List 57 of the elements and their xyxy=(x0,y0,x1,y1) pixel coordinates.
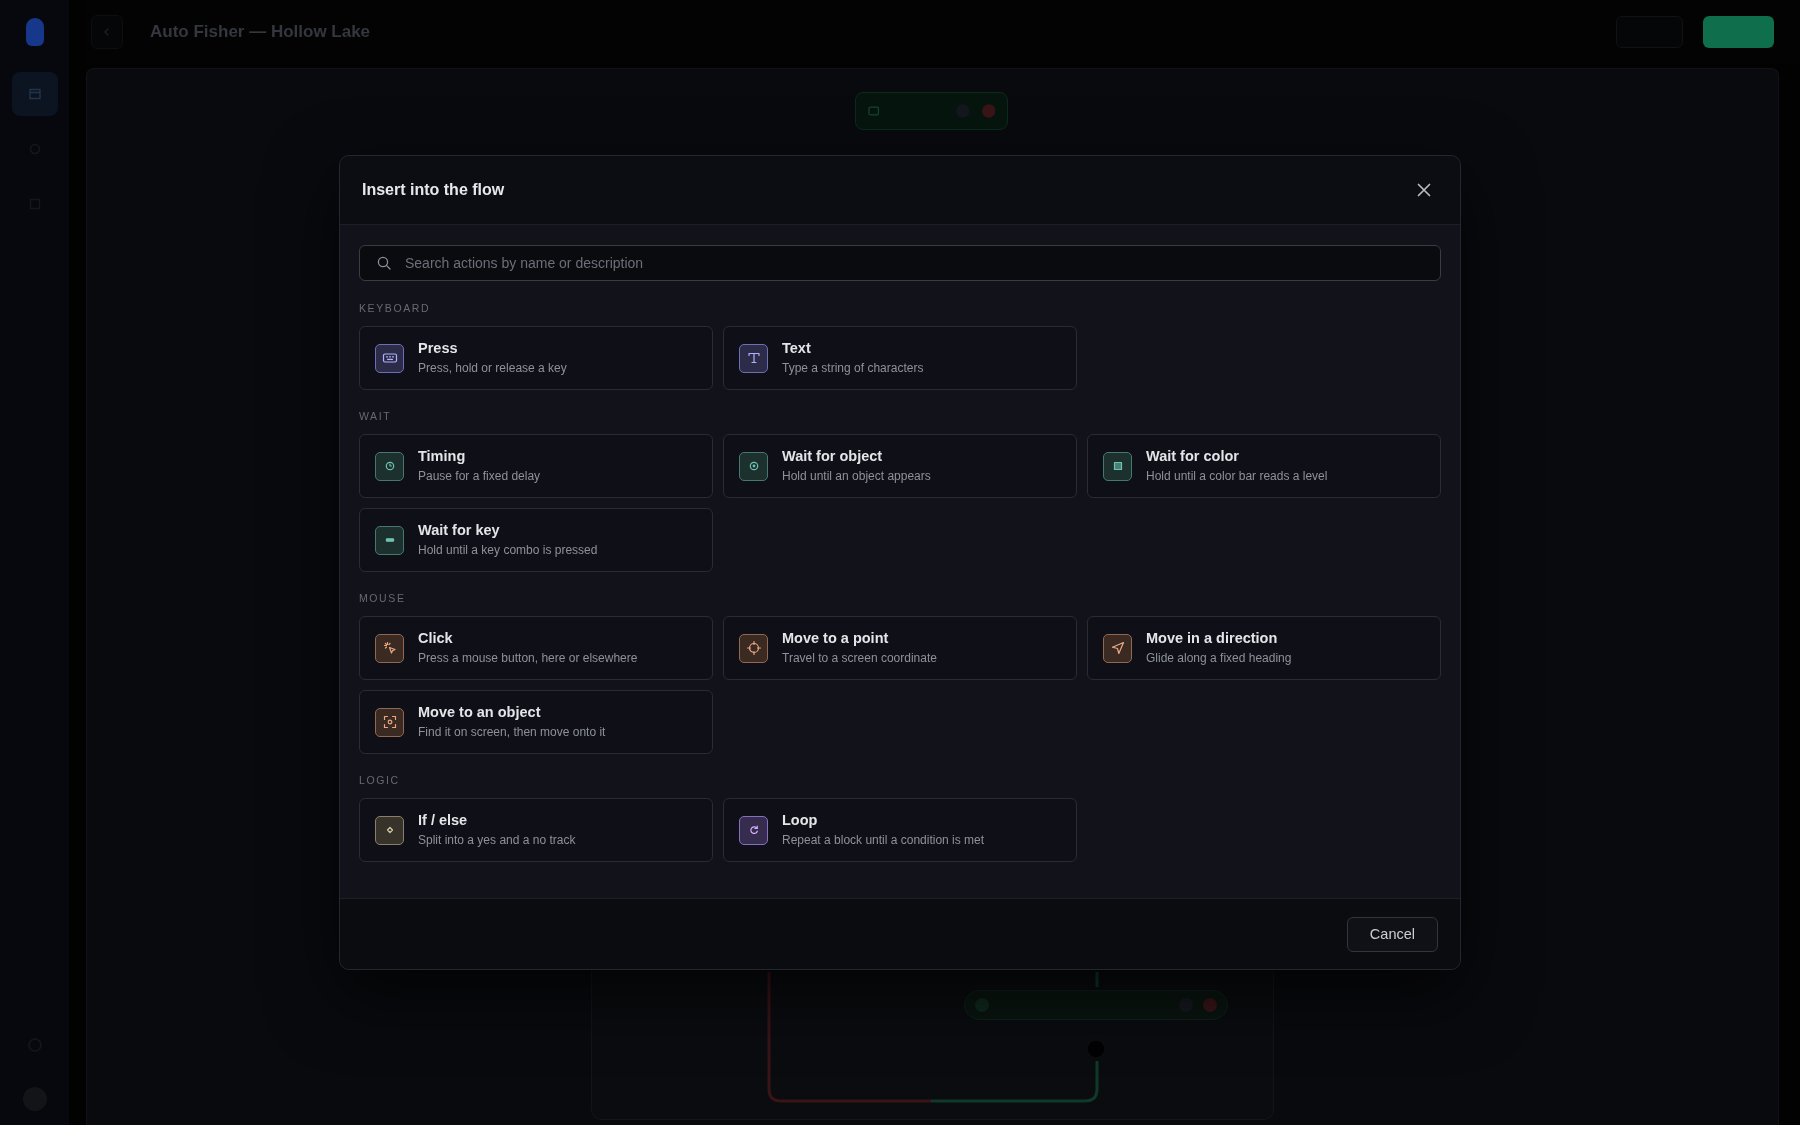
action-description: Press a mouse button, here or elsewhere xyxy=(418,651,638,666)
action-description: Find it on screen, then move onto it xyxy=(418,725,606,740)
dot-icon[interactable] xyxy=(1203,998,1217,1012)
action-description: Glide along a fixed heading xyxy=(1146,651,1292,666)
action-card[interactable]: Wait for object Hold until an object appears xyxy=(723,434,1077,498)
action-card[interactable]: Timing Pause for a fixed delay xyxy=(359,434,713,498)
action-card[interactable]: Move in a direction Glide along a fixed heading xyxy=(1087,616,1441,680)
action-card[interactable]: Text Type a string of characters xyxy=(723,326,1077,390)
action-description: Press, hold or release a key xyxy=(418,361,567,376)
action-card[interactable]: If / else Split into a yes and a no track xyxy=(359,798,713,862)
action-title: Timing xyxy=(418,448,466,465)
action-title: If / else xyxy=(418,812,468,829)
action-title: Wait for color xyxy=(1146,448,1239,465)
section-label: MOUSE xyxy=(359,592,406,605)
square-icon xyxy=(868,105,880,117)
action-description: Hold until an object appears xyxy=(782,469,931,484)
back-button[interactable] xyxy=(91,15,123,49)
action-card[interactable]: Loop Repeat a block until a condition is met xyxy=(723,798,1077,862)
action-description: Type a string of characters xyxy=(782,361,924,376)
action-title: Move to a point xyxy=(782,630,889,647)
action-description: Hold until a color bar reads a level xyxy=(1146,469,1328,484)
dialog-title: Insert into the flow xyxy=(362,181,505,199)
flow-node[interactable] xyxy=(855,92,1008,130)
project-title: Auto Fisher — Hollow Lake xyxy=(150,22,371,42)
dot-icon[interactable] xyxy=(981,104,995,118)
chevron-left-icon xyxy=(102,27,112,37)
primary-button[interactable] xyxy=(1703,16,1774,48)
action-description: Travel to a screen coordinate xyxy=(782,651,937,666)
action-card[interactable]: Move to an object Find it on screen, then move onto it xyxy=(359,690,713,754)
action-title: Move in a direction xyxy=(1146,630,1278,647)
action-description: Hold until a key combo is pressed xyxy=(418,543,598,558)
action-title: Loop xyxy=(782,812,818,829)
flow-node[interactable] xyxy=(964,990,1228,1020)
sidebar-nav-button[interactable] xyxy=(11,72,58,116)
close-icon xyxy=(1417,183,1431,197)
action-title: Wait for object xyxy=(782,448,883,465)
action-card[interactable]: Wait for key Hold until a key combo is pressed xyxy=(359,508,713,572)
action-title: Text xyxy=(782,340,811,357)
action-title: Move to an object xyxy=(418,704,541,721)
window-icon xyxy=(26,86,43,102)
cancel-button[interactable]: Cancel xyxy=(1346,916,1438,952)
action-description: Split into a yes and a no track xyxy=(418,833,576,848)
action-title: Press xyxy=(418,340,458,357)
action-description: Pause for a fixed delay xyxy=(418,469,541,484)
section-label: LOGIC xyxy=(359,774,400,787)
search-field[interactable]: Search actions by name or description xyxy=(359,245,1441,281)
action-card[interactable]: Press Press, hold or release a key xyxy=(359,326,713,390)
action-card[interactable]: Wait for color Hold until a color bar reads a level xyxy=(1087,434,1441,498)
action-card[interactable]: Click Press a mouse button, here or elsewhere xyxy=(359,616,713,680)
action-description: Repeat a block until a condition is met xyxy=(782,833,985,848)
action-title: Click xyxy=(418,630,453,647)
app-logo-icon xyxy=(23,18,46,46)
action-title: Wait for key xyxy=(418,522,500,539)
section-label: WAIT xyxy=(359,410,392,423)
section-label: KEYBOARD xyxy=(359,302,431,315)
search-icon xyxy=(377,256,391,270)
action-card[interactable]: Move to a point Travel to a screen coordinate xyxy=(723,616,1077,680)
